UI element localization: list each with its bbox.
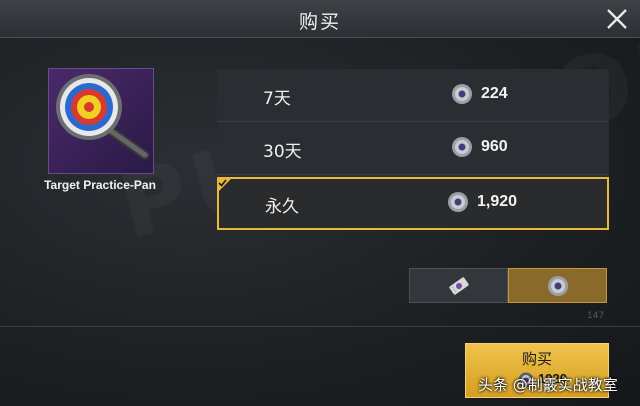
dialog-title: 购买	[298, 11, 341, 33]
coin-icon	[452, 84, 472, 104]
corner-text: 147	[587, 311, 605, 321]
option-price: 1,920	[477, 193, 518, 210]
purchase-label: 购买	[521, 350, 552, 368]
check-icon	[217, 177, 233, 193]
dialog-header: 购买	[0, 0, 640, 38]
divider	[0, 326, 640, 327]
target-pan-icon	[56, 74, 150, 160]
option-duration: 永久	[265, 197, 299, 217]
coupon-icon	[449, 277, 469, 295]
option-duration: 30天	[263, 142, 302, 162]
duration-options: 7天 224 30天 960 永久 1,920	[217, 69, 609, 230]
coin-icon	[448, 192, 468, 212]
watermark-credit: 头条 @制霰实战教室	[478, 376, 618, 394]
coupon-currency-button[interactable]	[409, 268, 508, 303]
item-name: Target Practice-Pan	[44, 178, 156, 192]
option-7-days[interactable]: 7天 224	[217, 69, 609, 122]
option-price: 224	[481, 85, 508, 102]
coin-currency-button[interactable]	[508, 268, 607, 303]
coin-icon	[548, 276, 568, 296]
option-permanent[interactable]: 永久 1,920	[217, 177, 609, 230]
coin-icon	[452, 137, 472, 157]
option-duration: 7天	[263, 89, 291, 109]
option-30-days[interactable]: 30天 960	[217, 122, 609, 175]
close-button[interactable]	[602, 4, 632, 34]
currency-toggle	[409, 268, 607, 303]
close-icon	[607, 9, 627, 29]
option-price: 960	[481, 138, 508, 155]
item-thumbnail	[48, 68, 154, 174]
